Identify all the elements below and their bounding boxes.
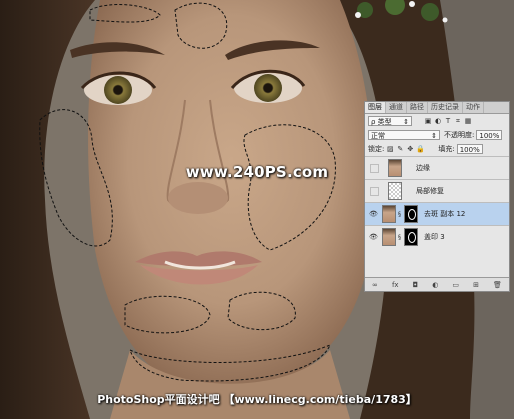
layer-thumbnail <box>388 182 402 200</box>
lock-row: 锁定: ▨ ✎ ✥ 🔒 填充: 100% <box>365 142 509 156</box>
filter-smart-object-icon[interactable]: ▦ <box>464 117 472 125</box>
filter-adjustment-icon[interactable]: ◐ <box>434 117 442 125</box>
eye-icon[interactable]: 👁 <box>368 210 379 218</box>
blend-mode-value: 正常 <box>371 132 385 140</box>
mask-link-icon[interactable]: § <box>398 211 401 218</box>
filter-shape-icon[interactable]: ⌗ <box>454 117 462 126</box>
layer-mask-thumbnail[interactable] <box>404 228 418 246</box>
eye-icon[interactable]: 👁 <box>368 233 379 241</box>
nose-tip <box>168 182 228 214</box>
mask-link-icon[interactable]: § <box>398 234 401 241</box>
layers-panel: 图层 通道 路径 历史记录 动作 ρ 类型 ⇕ ▣ ◐ T ⌗ ▦ 正常 ⇕ 不… <box>364 101 510 292</box>
tab-channels[interactable]: 通道 <box>386 102 407 113</box>
opacity-label: 不透明度: <box>444 131 475 139</box>
tab-actions[interactable]: 动作 <box>463 102 484 113</box>
layer-name: 去斑 副本 12 <box>424 210 466 218</box>
blend-mode-select[interactable]: 正常 ⇕ <box>368 130 440 140</box>
watermark-bottom: PhotoShop平面设计吧 【www.linecg.com/tieba/178… <box>97 393 417 406</box>
face <box>88 0 375 400</box>
layer-row-local-repair[interactable]: 局部修复 <box>365 179 509 202</box>
filter-row: ρ 类型 ⇕ ▣ ◐ T ⌗ ▦ <box>365 114 509 128</box>
blend-mode-arrow-icon: ⇕ <box>431 132 437 140</box>
new-layer-icon[interactable]: ⊞ <box>473 281 479 289</box>
right-iris <box>254 74 282 102</box>
tab-layers[interactable]: 图层 <box>365 102 386 113</box>
new-group-icon[interactable]: ▭ <box>452 281 459 289</box>
tab-paths[interactable]: 路径 <box>407 102 428 113</box>
lock-label: 锁定: <box>368 145 385 153</box>
layer-mask-thumbnail[interactable] <box>404 205 418 223</box>
layer-thumbnail <box>382 228 396 246</box>
layer-thumbnail <box>388 159 402 177</box>
panel-tabs: 图层 通道 路径 历史记录 动作 <box>365 102 509 114</box>
panel-footer: ∞ fx ◘ ◐ ▭ ⊞ 🗑 <box>365 277 509 291</box>
fill-input[interactable]: 100% <box>456 144 483 154</box>
delete-layer-icon[interactable]: 🗑 <box>493 281 502 289</box>
link-layers-icon[interactable]: ∞ <box>372 281 378 289</box>
tab-history[interactable]: 历史记录 <box>428 102 463 113</box>
filter-kind-arrow-icon: ⇕ <box>403 118 409 126</box>
filter-type-icon[interactable]: T <box>444 117 452 125</box>
filter-kind-select[interactable]: ρ 类型 ⇕ <box>368 116 412 126</box>
opacity-input[interactable]: 100% <box>476 130 503 140</box>
lock-move-icon[interactable]: ✥ <box>406 145 414 153</box>
visibility-toggle-off[interactable] <box>370 186 379 196</box>
fx-icon[interactable]: fx <box>392 281 399 289</box>
layer-row-stamp[interactable]: 👁 § 盖印 3 <box>365 225 509 248</box>
visibility-toggle-off[interactable] <box>370 163 379 173</box>
left-iris <box>104 76 132 104</box>
lock-transparency-icon[interactable]: ▨ <box>386 145 394 153</box>
add-mask-icon[interactable]: ◘ <box>413 281 419 289</box>
layer-row-edge[interactable]: 边缘 <box>365 156 509 179</box>
lock-paint-icon[interactable]: ✎ <box>396 145 404 153</box>
filter-kind-label: ρ 类型 <box>371 118 392 126</box>
filter-pixel-icon[interactable]: ▣ <box>424 117 432 125</box>
layer-name: 盖印 3 <box>424 233 445 241</box>
blend-row: 正常 ⇕ 不透明度: 100% <box>365 128 509 142</box>
layer-thumbnail <box>382 205 396 223</box>
layer-row-spot-copy[interactable]: 👁 § 去斑 副本 12 <box>365 202 509 225</box>
lock-all-icon[interactable]: 🔒 <box>416 145 425 153</box>
layer-name: 局部修复 <box>416 187 444 195</box>
fill-label: 填充: <box>438 145 455 153</box>
adjustment-layer-icon[interactable]: ◐ <box>432 281 438 289</box>
layer-name: 边缘 <box>416 164 430 172</box>
